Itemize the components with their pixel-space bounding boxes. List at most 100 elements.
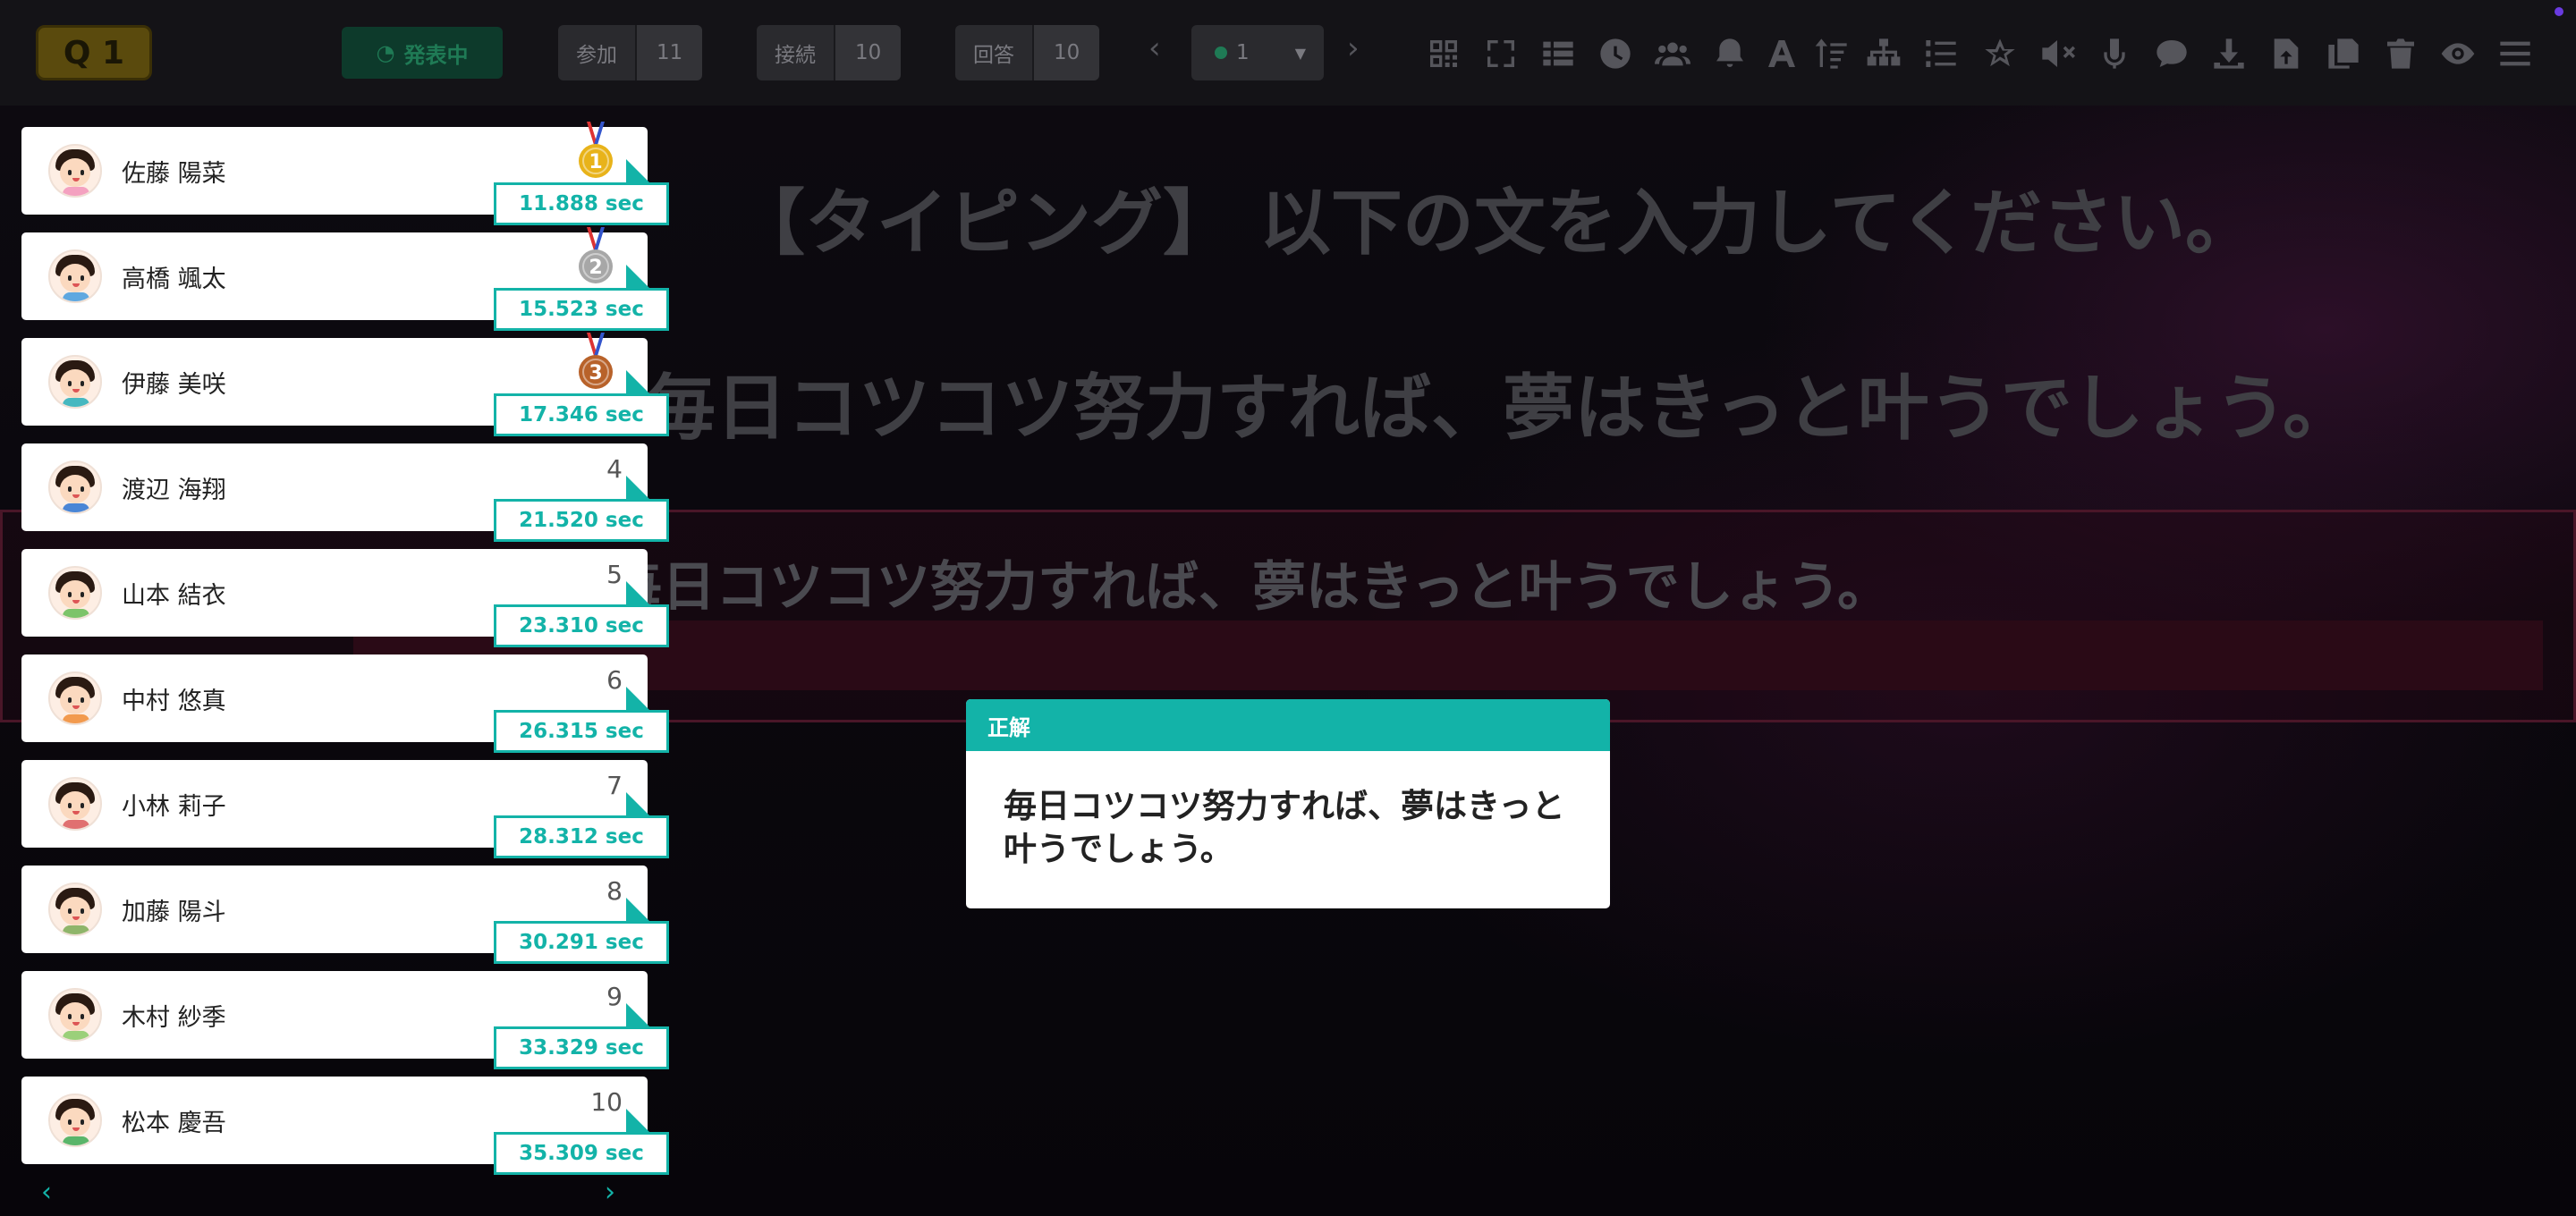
popup-header: 正解 [966, 699, 1610, 751]
avatar [48, 1094, 102, 1147]
clock-icon[interactable] [1596, 34, 1635, 73]
time-tag-fold [626, 159, 649, 182]
svg-text:2: 2 [589, 257, 602, 279]
avatar [48, 882, 102, 936]
avatar [48, 144, 102, 198]
status-indicator-dot [2555, 7, 2563, 16]
fullscreen-icon[interactable] [1481, 34, 1521, 73]
top-toolbar: Q 1 ◔ 発表中 参加 11 接続 10 回答 10 ‹ 1 ▼ › [0, 0, 2576, 106]
status-dot [1215, 46, 1227, 59]
player-name: 佐藤 陽菜 [122, 159, 226, 188]
player-name: 小林 莉子 [122, 792, 226, 821]
time-tag-fold [626, 581, 649, 604]
time-tag-fold [626, 265, 649, 288]
rank-number: 8 [606, 876, 623, 906]
stat-label: 接続 [757, 25, 835, 80]
stat-value: 10 [1034, 25, 1100, 80]
mute-icon[interactable] [2038, 34, 2077, 73]
player-name: 中村 悠真 [122, 687, 226, 715]
player-name: 高橋 颯太 [122, 265, 226, 293]
upload-icon[interactable] [2267, 34, 2306, 73]
answer-time-tag: 28.312 sec [494, 815, 669, 858]
answers-stat: 回答 10 [955, 25, 1100, 80]
correct-answer-popup: 正解 毎日コツコツ努力すれば、夢はきっと 叶うでしょう。 [966, 699, 1610, 908]
time-tag-fold [626, 687, 649, 710]
time-tag-fold [626, 476, 649, 499]
player-name: 木村 紗季 [122, 1003, 226, 1032]
svg-text:1: 1 [589, 151, 602, 173]
rank-number: 5 [606, 560, 623, 589]
player-name: 松本 慶吾 [122, 1109, 226, 1137]
gold-medal-icon: 1 [579, 122, 613, 178]
page-select-value: 1 [1236, 41, 1250, 64]
answer-time-tag: 23.310 sec [494, 604, 669, 647]
avatar [48, 988, 102, 1042]
svg-text:3: 3 [589, 362, 602, 384]
sort-icon[interactable] [1812, 34, 1852, 73]
time-tag-fold [626, 1109, 649, 1132]
question-text: 毎日コツコツ努力すれば、夢はきっと叶うでしょう。 [644, 367, 2354, 450]
rank-number: 7 [606, 771, 623, 800]
player-name: 伊藤 美咲 [122, 370, 226, 399]
typed-answer-display: 毎日コツコツ努力すれば、夢はきっと叶うでしょう。 [608, 556, 1891, 619]
avatar [48, 249, 102, 303]
avatar [48, 566, 102, 620]
connections-stat: 接続 10 [757, 25, 902, 80]
answer-time-tag: 11.888 sec [494, 182, 669, 225]
next-question-button[interactable]: › [1347, 30, 1360, 66]
download-icon[interactable] [2209, 34, 2249, 73]
stat-label: 回答 [955, 25, 1034, 80]
avatar [48, 355, 102, 409]
time-tag-fold [626, 1003, 649, 1026]
participants-stat: 参加 11 [558, 25, 703, 80]
eye-icon[interactable] [2438, 34, 2478, 73]
rank-number: 10 [590, 1087, 623, 1117]
avatar [48, 460, 102, 514]
answer-time-tag: 15.523 sec [494, 288, 669, 331]
ranking-next-button[interactable]: › [605, 1177, 615, 1208]
numbered-list-icon[interactable] [1921, 34, 1961, 73]
microphone-icon[interactable] [2095, 34, 2134, 73]
menu-icon[interactable] [2496, 34, 2535, 73]
qr-code-icon[interactable] [1424, 34, 1463, 73]
prev-question-button[interactable]: ‹ [1148, 30, 1161, 66]
silver-medal-icon: 2 [579, 227, 613, 283]
answer-time-tag: 17.346 sec [494, 393, 669, 436]
publish-status-label: 発表中 [403, 42, 469, 68]
participants-icon[interactable] [1653, 34, 1692, 73]
answer-time-tag: 21.520 sec [494, 499, 669, 542]
chat-icon[interactable] [2152, 34, 2191, 73]
hierarchy-icon[interactable] [1864, 34, 1903, 73]
ranking-prev-button[interactable]: ‹ [41, 1177, 52, 1208]
avatar [48, 671, 102, 725]
trash-icon[interactable] [2381, 34, 2420, 73]
star-icon[interactable] [1980, 34, 2020, 73]
publish-status-button[interactable]: ◔ 発表中 [342, 27, 503, 79]
copy-icon[interactable] [2324, 34, 2363, 73]
stat-label: 参加 [558, 25, 637, 80]
answer-time-tag: 35.309 sec [494, 1132, 669, 1175]
question-page-select[interactable]: 1 ▼ [1191, 25, 1324, 80]
correct-answer-text: 毎日コツコツ努力すれば、夢はきっと 叶うでしょう。 [1004, 787, 1565, 868]
list-view-icon[interactable] [1538, 34, 1578, 73]
answer-input-bar [353, 621, 2543, 690]
bronze-medal-icon: 3 [579, 333, 613, 389]
time-tag-fold [626, 898, 649, 921]
answer-time-tag: 30.291 sec [494, 921, 669, 964]
font-icon[interactable] [1762, 34, 1801, 73]
stat-value: 11 [637, 25, 703, 80]
player-name: 加藤 陽斗 [122, 898, 226, 926]
question-number-badge[interactable]: Q 1 [36, 25, 152, 80]
avatar [48, 777, 102, 831]
time-tag-fold [626, 792, 649, 815]
rank-number: 9 [606, 982, 623, 1011]
stopwatch-icon: ◔ [376, 40, 395, 65]
rank-number: 4 [606, 454, 623, 484]
answer-time-tag: 26.315 sec [494, 710, 669, 753]
player-name: 渡辺 海翔 [122, 476, 226, 504]
player-name: 山本 結衣 [122, 581, 226, 610]
answer-time-tag: 33.329 sec [494, 1026, 669, 1069]
stat-value: 10 [835, 25, 902, 80]
bell-icon[interactable] [1710, 34, 1750, 73]
question-title: 【タイピング】 以下の文を入力してください。 [733, 182, 2258, 265]
